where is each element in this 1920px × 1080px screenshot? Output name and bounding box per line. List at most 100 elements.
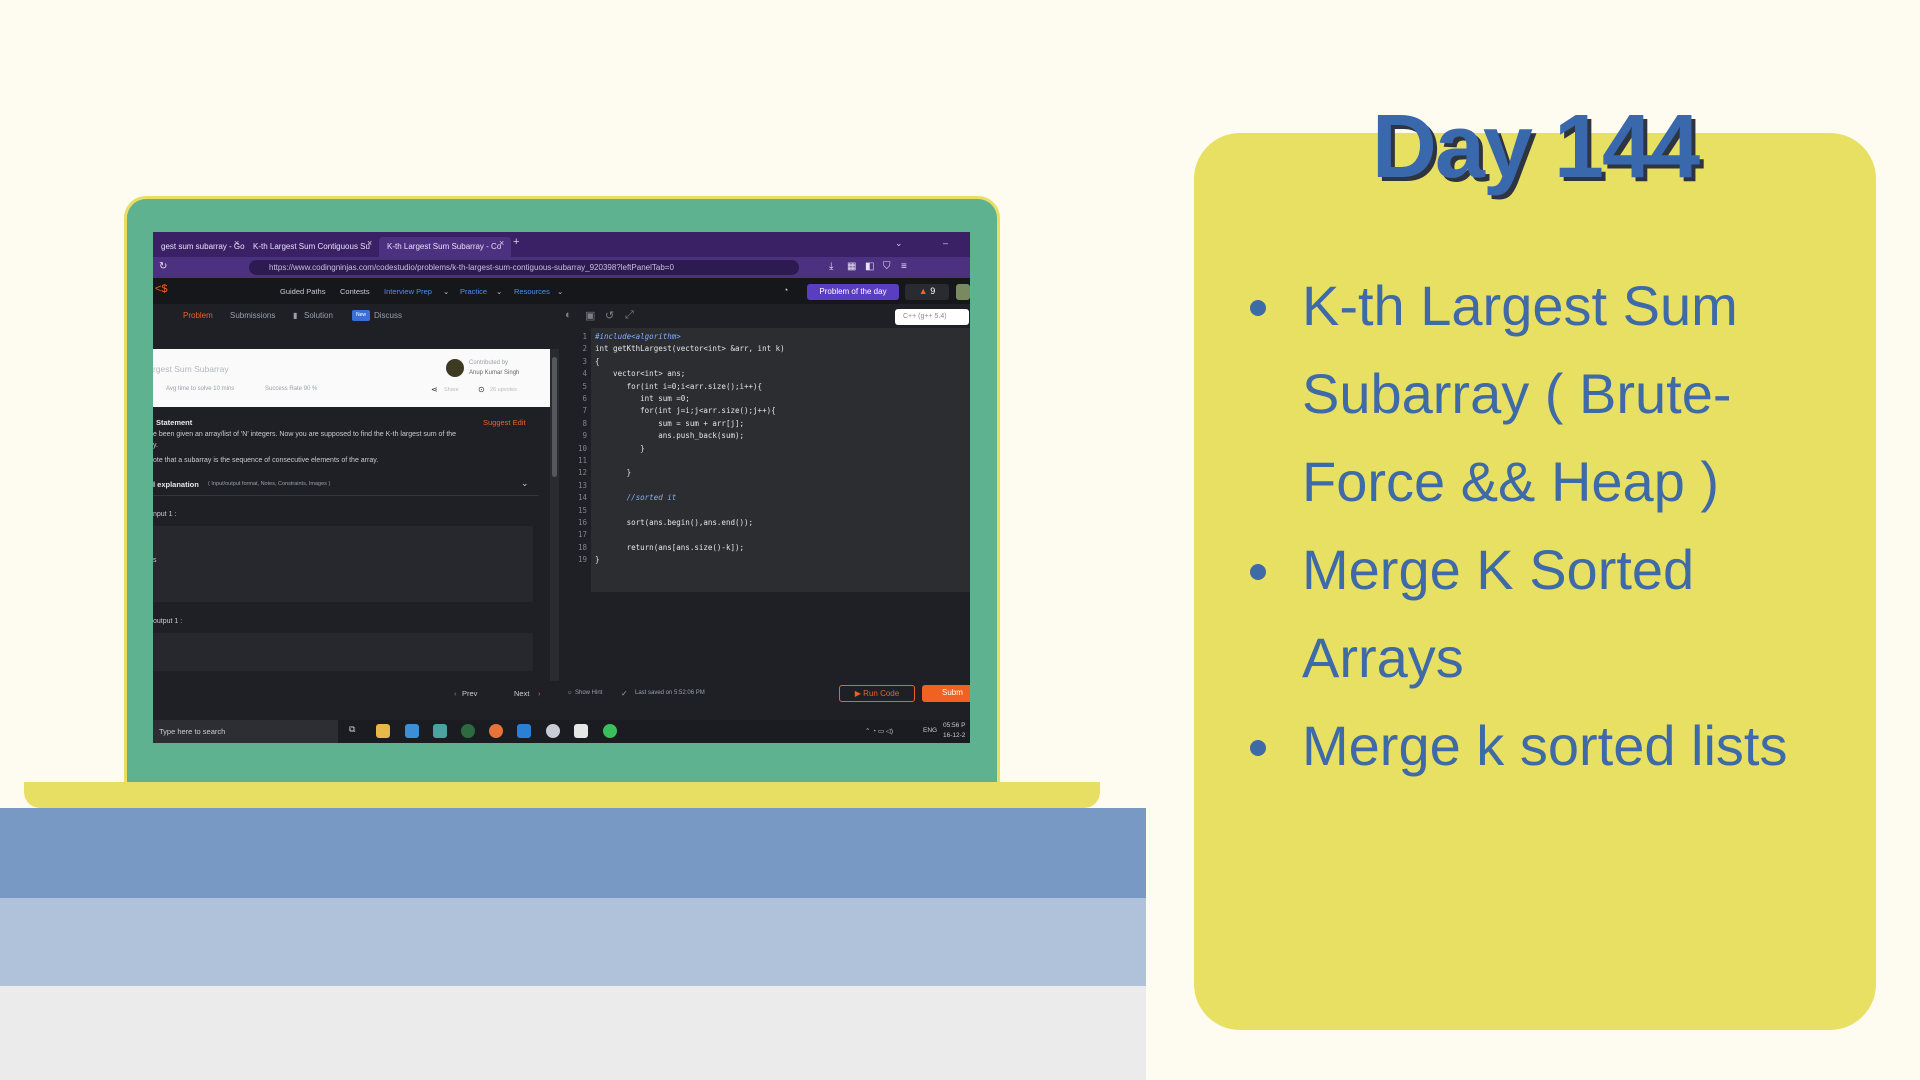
streak-badge[interactable]: ▲ 9 (905, 284, 949, 300)
shield-icon[interactable]: ⛉ (883, 261, 891, 272)
code-line[interactable]: int getKthLargest(vector<int> &arr, int … (595, 344, 785, 353)
minimize-icon[interactable]: – (943, 238, 948, 248)
background-stripe-light-blue (0, 898, 1146, 986)
next-button[interactable]: Next (514, 689, 529, 698)
new-tab-icon[interactable]: + (513, 236, 519, 248)
code-line[interactable]: for(int i=0;i<arr.size();i++){ (595, 382, 762, 391)
chevron-down-icon[interactable]: ⌄ (895, 238, 903, 249)
explanation-accordion[interactable]: l explanation ( Input/output format, Not… (153, 474, 539, 496)
app-icon[interactable] (546, 724, 560, 738)
statement-heading: Statement (156, 418, 193, 427)
browser-tab[interactable]: K-th Largest Sum Contiguous Su (245, 237, 379, 257)
close-tab-icon[interactable]: × (499, 238, 504, 248)
avatar (446, 359, 464, 377)
chevron-left-icon: ‹ (454, 689, 457, 698)
code-editor[interactable]: #include<algorithm> int getKthLargest(vec… (591, 328, 970, 681)
tab-discuss[interactable]: Discuss (374, 311, 402, 320)
nav-contests[interactable]: Contests (340, 287, 370, 296)
download-icon[interactable]: ⤓ (829, 261, 833, 272)
code-line[interactable]: { (595, 357, 600, 366)
sample-input-box: s (153, 526, 533, 602)
firefox-icon[interactable] (489, 724, 503, 738)
upvotes-count: 26 upvotes (490, 387, 517, 393)
code-line[interactable]: ans.push_back(sum); (595, 431, 744, 440)
line-number: 13 (577, 480, 587, 490)
language-select[interactable]: C++ (g++ 5.4) (895, 309, 969, 325)
nav-interview-prep[interactable]: Interview Prep (384, 287, 432, 296)
nav-resources[interactable]: Resources (514, 287, 550, 296)
keyboard-language[interactable]: ENG (923, 727, 937, 734)
logo-icon[interactable]: <$ (155, 283, 168, 295)
show-hint-button[interactable]: Show Hint (575, 690, 602, 696)
file-explorer-icon[interactable] (376, 724, 390, 738)
upvote-icon[interactable]: ⊙ (478, 385, 485, 394)
browser-tab-active[interactable]: K-th Largest Sum Subarray - Co (379, 237, 511, 257)
tray-icons[interactable]: ⌃ ◔ ▭ ◁) (865, 727, 893, 735)
apps-grid-icon[interactable]: ▦ (847, 261, 856, 272)
task-view-icon[interactable]: ⧉ (349, 724, 363, 738)
lock-icon: ▮ (293, 311, 298, 320)
store-icon[interactable] (405, 724, 419, 738)
line-number: 11 (577, 456, 587, 465)
app-icon[interactable] (461, 724, 475, 738)
scrollbar[interactable] (550, 349, 559, 681)
statement-text: y. (153, 442, 158, 449)
code-line[interactable]: //sorted it (595, 493, 677, 502)
shield-icon[interactable] (574, 724, 588, 738)
prev-button[interactable]: Prev (462, 689, 477, 698)
reload-icon[interactable]: ↻ (159, 261, 167, 272)
close-tab-icon[interactable]: × (367, 238, 372, 248)
chevron-down-icon: ⌄ (496, 287, 503, 296)
theme-icon[interactable]: ◐ (565, 309, 572, 321)
nav-practice[interactable]: Practice (460, 287, 487, 296)
site-navbar: <$ Guided Paths Contests Interview Prep … (153, 278, 970, 304)
clock-date[interactable]: 16-12-2 (943, 732, 965, 739)
vscode-icon[interactable] (517, 724, 531, 738)
submit-button[interactable]: Subm (922, 685, 970, 702)
menu-icon[interactable]: ≡ (901, 261, 907, 272)
whatsapp-icon[interactable] (603, 724, 617, 738)
windows-taskbar: Type here to search ⧉ ⌃ ◔ ▭ ◁) ENG 05:56… (153, 720, 970, 743)
tab-solution[interactable]: Solution (304, 311, 333, 320)
nav-guided-paths[interactable]: Guided Paths (280, 287, 325, 296)
share-icon[interactable]: ⋖ (431, 385, 438, 394)
suggest-edit-link[interactable]: Suggest Edit (483, 418, 526, 427)
code-line[interactable]: } (595, 444, 645, 453)
code-line[interactable]: } (595, 468, 632, 477)
sample-output-box (153, 633, 533, 671)
problem-of-the-day-button[interactable]: Problem of the day (807, 284, 899, 300)
code-line[interactable]: int sum =0; (595, 394, 690, 403)
share-label[interactable]: Share (444, 387, 459, 393)
tab-problem[interactable]: Problem (183, 311, 213, 320)
bell-icon[interactable]: ◔ (783, 285, 788, 295)
extension-icon[interactable]: ◧ (865, 261, 874, 272)
line-number: 3 (582, 356, 587, 366)
app-icon[interactable] (433, 724, 447, 738)
code-line[interactable]: sum = sum + arr[j]; (595, 419, 744, 428)
close-tab-icon[interactable]: × (234, 238, 239, 248)
scrollbar-thumb[interactable] (552, 357, 557, 477)
avatar[interactable] (956, 284, 970, 300)
code-line[interactable]: sort(ans.begin(),ans.end()); (595, 518, 753, 527)
taskbar-search-input[interactable]: Type here to search (153, 720, 338, 743)
day-title: Day 144 (1371, 97, 1700, 197)
code-line[interactable]: return(ans[ans.size()-k]); (595, 543, 744, 552)
fullscreen-icon[interactable]: ⤢ (625, 309, 634, 322)
code-line[interactable]: for(int j=i;j<arr.size();j++){ (595, 406, 775, 415)
save-icon[interactable]: ▣ (585, 309, 595, 322)
code-line[interactable]: #include<algorithm> (595, 332, 681, 341)
line-number: 18 (577, 542, 587, 552)
line-numbers: 1 2 3 4 5 6 7 8 9 10 11 12 13 14 15 16 17 18 19 (561, 328, 591, 681)
browser-tab[interactable]: gest sum subarray - Goo (153, 237, 245, 257)
reset-icon[interactable]: ↺ (605, 309, 614, 322)
tab-submissions[interactable]: Submissions (230, 311, 275, 320)
line-number: 2 (582, 344, 587, 354)
success-rate: Success Rate 90 % (265, 386, 318, 392)
topic-list: K-th Largest Sum Subarray ( Brute-Force … (1248, 262, 1848, 790)
code-line[interactable]: } (595, 555, 600, 564)
run-code-button[interactable]: ▶ Run Code (839, 685, 915, 702)
code-line[interactable]: vector<int> ans; (595, 369, 685, 378)
url-field[interactable]: https://www.codingninjas.com/codestudio/… (249, 260, 799, 275)
clock-time[interactable]: 05:56 P (943, 722, 965, 729)
avg-time: Avg time to solve 10 mins (166, 386, 235, 392)
